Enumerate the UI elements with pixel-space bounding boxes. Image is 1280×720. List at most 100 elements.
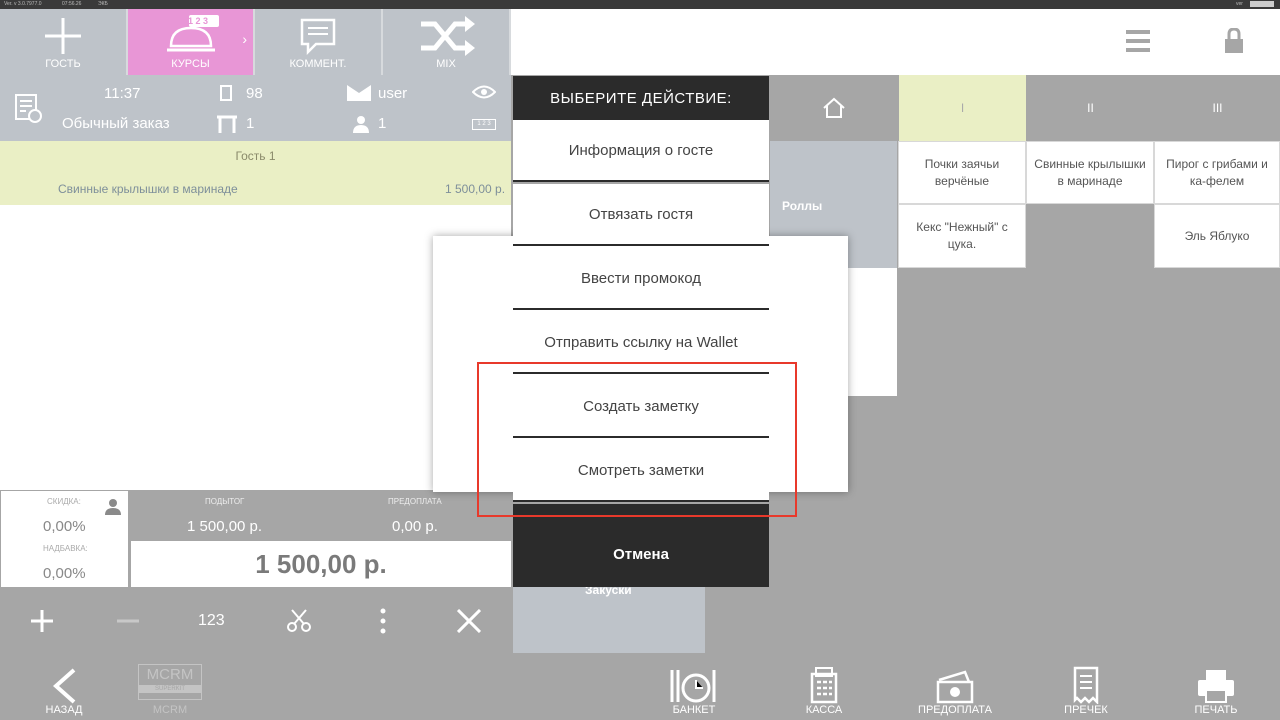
courses-button-label: КУРСЫ <box>171 58 210 70</box>
home-tab[interactable] <box>770 75 898 141</box>
banquet-label: БАНКЕТ <box>672 704 716 716</box>
print-label: ПЕЧАТЬ <box>1194 704 1238 716</box>
menu-item[interactable]: Пирог с грибами и ка-фелем <box>1154 141 1280 204</box>
table-icon <box>217 115 237 133</box>
print-button[interactable]: ПЕЧАТЬ <box>1190 654 1242 720</box>
comment-button[interactable]: КОММЕНТ. <box>255 9 383 75</box>
money-icon <box>936 670 974 704</box>
person-icon <box>353 116 369 133</box>
order-guests: 1 <box>378 115 387 132</box>
top-right-panel <box>511 9 1280 75</box>
guest-header-row[interactable]: Гость 1 <box>0 141 511 172</box>
shuffle-icon <box>421 16 475 56</box>
totals-panel: СКИДКА: 0,00% НАДБАВКА: 0,00% ПОДЫТОГ 1 … <box>0 490 511 588</box>
mcrm-label: MCRM <box>152 704 188 716</box>
dinner-clock-icon <box>670 670 716 703</box>
mcrm-button[interactable]: MCRM SUPERKIT MCRM <box>134 654 206 720</box>
mcrm-logo: MCRM SUPERKIT <box>138 664 202 700</box>
hamburger-menu-icon[interactable] <box>1126 29 1150 53</box>
chevron-right-icon: › <box>242 31 247 47</box>
person-discount-icon <box>105 499 121 515</box>
discount-value: 0,00% <box>43 518 86 535</box>
menu-tabs: I II III <box>770 75 1280 141</box>
order-item-name: Свинные крылышки в маринаде <box>58 182 238 196</box>
order-list-icon <box>15 94 42 123</box>
chevron-left-icon <box>52 668 76 704</box>
order-type: Обычный заказ <box>62 115 170 132</box>
close-icon[interactable] <box>457 609 481 633</box>
subtotal-label: ПОДЫТОГ <box>205 497 245 506</box>
prepay-label: ПРЕДОПЛАТА <box>388 497 442 506</box>
tab-1[interactable]: I <box>899 75 1026 141</box>
prepay-button-label: ПРЕДОПЛАТА <box>918 704 992 716</box>
plus-quantity-icon[interactable] <box>30 609 54 633</box>
mix-button-label: MIX <box>436 58 456 70</box>
menu-item[interactable]: Почки заячьи верчёные <box>898 141 1026 204</box>
order-user: user <box>378 85 408 102</box>
grand-total: 1 500,00 р. <box>131 541 511 587</box>
menu-item[interactable]: Кекс "Нежный" с цука. <box>898 204 1026 268</box>
courses-button[interactable]: 1 2 3 КУРСЫ › <box>128 9 255 75</box>
lock-icon[interactable] <box>1224 28 1244 54</box>
bottom-navigation-bar: НАЗАД MCRM SUPERKIT MCRM БАНКЕТ КАССА ПРЕ… <box>0 654 1280 720</box>
plus-icon <box>45 18 81 54</box>
prepay-button[interactable]: ПРЕДОПЛАТА <box>918 654 992 720</box>
precheck-button[interactable]: ПРЕЧЕК <box>1058 654 1114 720</box>
discount-label: СКИДКА: <box>47 497 81 506</box>
back-label: НАЗАД <box>45 704 83 716</box>
scissors-icon[interactable] <box>286 608 312 634</box>
order-actions-toolbar: 123 <box>0 588 511 654</box>
discount-box[interactable]: СКИДКА: 0,00% НАДБАВКА: 0,00% <box>1 491 128 587</box>
speech-bubble-icon <box>300 18 336 56</box>
guest-button[interactable]: ГОСТЬ <box>0 9 128 75</box>
order-info-panel: 11:37 Обычный заказ 98 1 user 1 1 2 3 <box>0 75 511 141</box>
cashier-label: КАССА <box>805 704 843 716</box>
printer-icon <box>1198 670 1234 703</box>
cashier-button[interactable]: КАССА <box>796 654 852 720</box>
tab-2[interactable]: II <box>1027 75 1154 141</box>
dialog-title: ВЫБЕРИТЕ ДЕЙСТВИЕ: <box>513 76 769 120</box>
banquet-button[interactable]: БАНКЕТ <box>663 654 725 720</box>
cash-register-icon <box>810 667 838 704</box>
enter-promocode-option[interactable]: Ввести промокод <box>513 248 769 310</box>
mcrm-logo-text: MCRM <box>146 666 194 683</box>
order-table: 1 <box>246 115 255 132</box>
category-snacks[interactable]: Закуски <box>513 587 705 653</box>
order-time: 11:37 <box>104 85 141 102</box>
order-number: 98 <box>246 85 263 102</box>
markup-label: НАДБАВКА: <box>43 544 88 553</box>
unlink-guest-option[interactable]: Отвязать гостя <box>513 184 769 246</box>
precheck-label: ПРЕЧЕК <box>1064 704 1108 716</box>
menu-item[interactable]: Эль Яблуко <box>1154 204 1280 268</box>
guest-info-option[interactable]: Информация о госте <box>513 120 769 182</box>
order-item-row[interactable]: Свинные крылышки в маринаде 1 500,00 р. <box>0 172 511 205</box>
tab-3[interactable]: III <box>1155 75 1280 141</box>
waiter-icon <box>347 85 371 101</box>
order-item-price: 1 500,00 р. <box>445 182 506 196</box>
courses-badge: 1 2 3 <box>188 16 209 26</box>
status-misc: ЭКБ <box>98 1 108 7</box>
receipt-number-icon <box>220 85 232 101</box>
status-version: Ver. v 3.0.7977.0 <box>4 1 42 7</box>
more-vertical-icon[interactable] <box>378 608 388 634</box>
cancel-button[interactable]: Отмена <box>513 522 769 587</box>
subtotal-value: 1 500,00 р. <box>187 518 263 535</box>
mix-button[interactable]: MIX <box>383 9 511 75</box>
status-time: 07:56.26 <box>62 1 82 7</box>
system-status-bar: Ver. v 3.0.7977.0 07:56.26 ЭКБ ver <box>0 0 1280 9</box>
numpad-button[interactable]: 123 <box>198 612 225 630</box>
courses-mini-badge: 1 2 3 <box>472 119 496 130</box>
menu-item[interactable]: Свинные крылышки в маринаде <box>1026 141 1154 204</box>
annotation-highlight-box <box>477 362 797 517</box>
back-button[interactable]: НАЗАД <box>38 654 90 720</box>
receipt-icon <box>1073 666 1099 704</box>
comment-button-label: КОММЕНТ. <box>289 58 347 70</box>
window-controls-icon[interactable] <box>1250 1 1274 7</box>
markup-value: 0,00% <box>43 565 86 582</box>
eye-icon[interactable] <box>472 85 496 99</box>
status-right: ver <box>1236 1 1243 7</box>
minus-quantity-icon[interactable] <box>116 609 140 633</box>
prepay-value: 0,00 р. <box>392 518 438 535</box>
home-icon <box>823 97 845 118</box>
mcrm-logo-sub: SUPERKIT <box>139 685 201 693</box>
